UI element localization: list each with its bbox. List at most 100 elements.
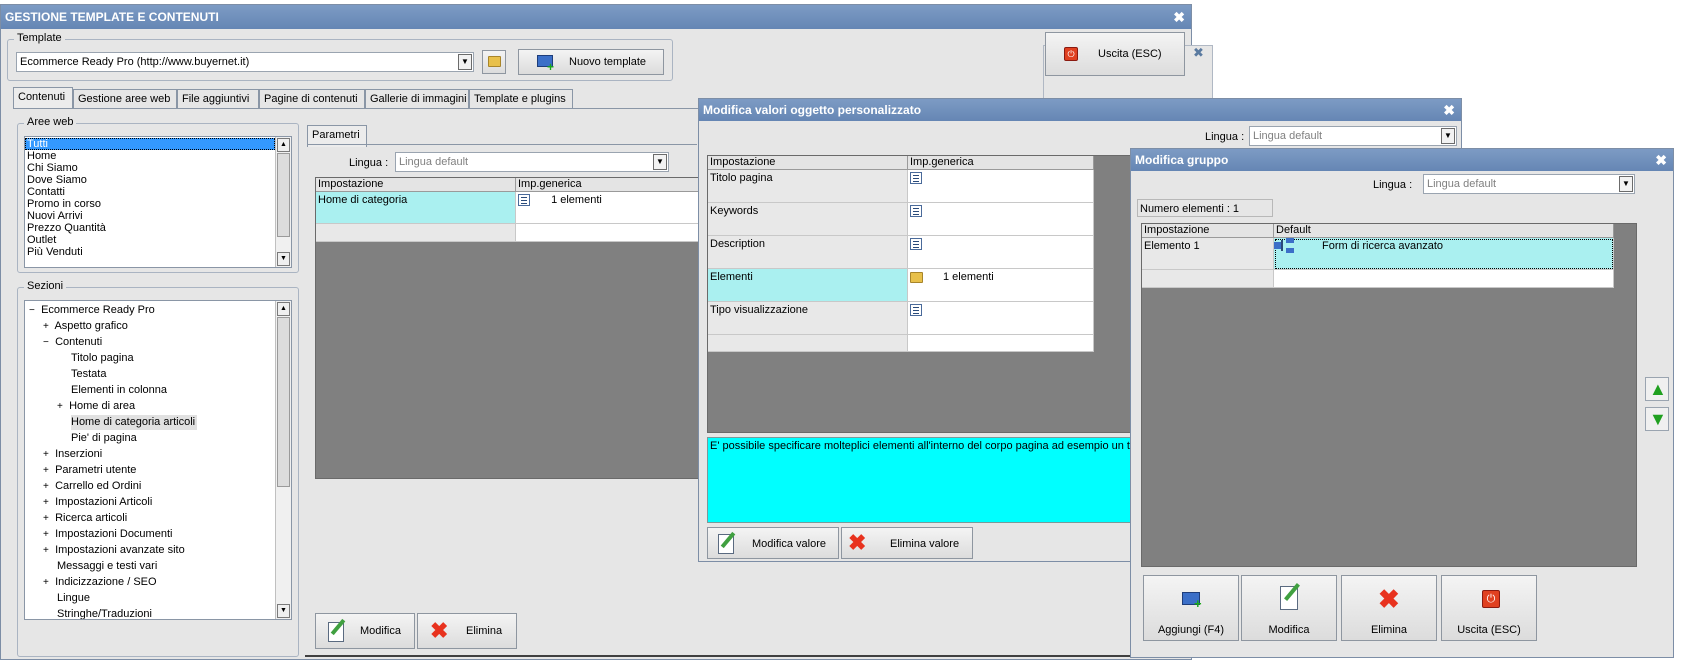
grid-header-impostazione[interactable]: Impostazione bbox=[708, 156, 908, 170]
tree-item[interactable]: − Contenuti bbox=[43, 335, 102, 350]
grid-header-imp-generica[interactable]: Imp.generica bbox=[908, 156, 1094, 170]
move-up-button[interactable]: ▲ bbox=[1645, 377, 1669, 401]
aree-web-scrollbar[interactable]: ▲ ▼ bbox=[275, 137, 291, 267]
lingua-select[interactable]: Lingua default ▼ bbox=[395, 152, 669, 172]
scroll-up-icon[interactable]: ▲ bbox=[277, 302, 290, 316]
list-item[interactable]: Più Venduti bbox=[25, 246, 291, 258]
tree-item[interactable]: + Home di area bbox=[57, 399, 135, 414]
chevron-down-icon[interactable]: ▼ bbox=[1619, 176, 1633, 192]
move-down-button[interactable]: ▼ bbox=[1645, 407, 1669, 431]
tree-item[interactable]: + Indicizzazione / SEO bbox=[43, 575, 157, 590]
close-icon[interactable]: ✖ bbox=[1655, 149, 1667, 171]
tree-item[interactable]: Messaggi e testi vari bbox=[57, 559, 157, 574]
tab-file-aggiuntivi[interactable]: File aggiuntivi bbox=[177, 89, 259, 109]
group-window-titlebar[interactable]: Modifica gruppo ✖ bbox=[1131, 149, 1673, 171]
edit-button[interactable]: Modifica bbox=[1241, 575, 1337, 641]
list-item[interactable]: Tutti bbox=[25, 138, 275, 150]
chevron-down-icon[interactable]: ▼ bbox=[653, 154, 667, 170]
tree-item[interactable]: Stringhe/Traduzioni bbox=[57, 607, 152, 619]
add-button[interactable]: + Aggiungi (F4) bbox=[1143, 575, 1239, 641]
chevron-down-icon[interactable]: ▼ bbox=[1441, 128, 1455, 144]
grid-row-name[interactable]: Home di categoria bbox=[316, 192, 516, 224]
grid-header-default[interactable]: Default bbox=[1274, 224, 1614, 238]
tree-item[interactable]: + Impostazioni Articoli bbox=[43, 495, 152, 510]
open-folder-button[interactable] bbox=[482, 50, 506, 74]
tree-item-selected[interactable]: Home di categoria articoli bbox=[71, 415, 198, 430]
sezioni-tree[interactable]: − Ecommerce Ready Pro + Aspetto grafico … bbox=[24, 300, 292, 620]
list-item[interactable]: Outlet bbox=[25, 234, 291, 246]
tree-item[interactable]: Lingue bbox=[57, 591, 90, 606]
new-template-button[interactable]: + Nuovo template bbox=[518, 49, 664, 75]
elimina-valore-button[interactable]: ✖ Elimina valore bbox=[841, 527, 973, 559]
grid-header-impostazione[interactable]: Impostazione bbox=[1142, 224, 1274, 238]
chevron-down-icon[interactable]: ▼ bbox=[458, 54, 472, 70]
scroll-up-icon[interactable]: ▲ bbox=[277, 138, 290, 152]
grid-row-name[interactable]: Description bbox=[708, 236, 908, 269]
tree-item[interactable]: Pie' di pagina bbox=[71, 431, 137, 446]
grid-row-value[interactable] bbox=[908, 170, 1094, 203]
tree-item[interactable]: − Ecommerce Ready Pro bbox=[29, 303, 155, 318]
grid-row-value[interactable]: Form di ricerca avanzato bbox=[1274, 238, 1614, 270]
sezioni-scrollbar[interactable]: ▲ ▼ bbox=[275, 301, 291, 619]
tree-item[interactable]: + Parametri utente bbox=[43, 463, 136, 478]
list-item[interactable]: Chi Siamo bbox=[25, 162, 291, 174]
grid-row-value[interactable]: 1 elementi bbox=[516, 192, 700, 224]
custom-window-titlebar[interactable]: Modifica valori oggetto personalizzato ✖ bbox=[699, 99, 1461, 121]
tree-item[interactable]: Titolo pagina bbox=[71, 351, 134, 366]
scroll-thumb[interactable] bbox=[277, 153, 290, 237]
tree-item[interactable]: + Impostazioni avanzate sito bbox=[43, 543, 185, 558]
scroll-thumb[interactable] bbox=[277, 317, 290, 487]
list-item[interactable]: Promo in corso bbox=[25, 198, 291, 210]
list-item[interactable]: Contatti bbox=[25, 186, 291, 198]
power-icon: ⏻ bbox=[1064, 47, 1078, 61]
tree-item[interactable]: + Carrello ed Ordini bbox=[43, 479, 141, 494]
modifica-button[interactable]: Modifica bbox=[315, 613, 415, 649]
list-item[interactable]: Nuovi Arrivi bbox=[25, 210, 291, 222]
grid-row-value[interactable] bbox=[908, 236, 1094, 269]
modifica-valore-button[interactable]: Modifica valore bbox=[707, 527, 839, 559]
tree-item[interactable]: + Inserzioni bbox=[43, 447, 102, 462]
grid-row-name[interactable]: Elemento 1 bbox=[1142, 238, 1274, 270]
tree-item[interactable]: + Ricerca articoli bbox=[43, 511, 127, 526]
tab-gestione-aree-web[interactable]: Gestione aree web bbox=[73, 89, 177, 109]
close-icon[interactable]: ✖ bbox=[1173, 5, 1185, 29]
list-item[interactable]: Dove Siamo bbox=[25, 174, 291, 186]
tab-template-e-plugins[interactable]: Template e plugins bbox=[469, 89, 573, 109]
list-item[interactable]: Home bbox=[25, 150, 291, 162]
list-icon[interactable] bbox=[910, 238, 922, 251]
tree-item[interactable]: Elementi in colonna bbox=[71, 383, 167, 398]
grid-header-imp-generica[interactable]: Imp.generica bbox=[516, 178, 700, 192]
main-window-titlebar[interactable]: GESTIONE TEMPLATE E CONTENUTI ✖ bbox=[1, 5, 1191, 29]
grid-header-impostazione[interactable]: Impostazione bbox=[316, 178, 516, 192]
template-select[interactable]: Ecommerce Ready Pro (http://www.buyernet… bbox=[16, 52, 474, 72]
delete-button[interactable]: ✖ Elimina bbox=[1341, 575, 1437, 641]
lingua-select[interactable]: Lingua default ▼ bbox=[1249, 126, 1457, 146]
tab-pagine-di-contenuti[interactable]: Pagine di contenuti bbox=[259, 89, 365, 109]
grid-row-value[interactable]: 1 elementi bbox=[908, 269, 1094, 302]
tree-item[interactable]: + Impostazioni Documenti bbox=[43, 527, 172, 542]
close-icon[interactable]: ✖ bbox=[1443, 99, 1455, 121]
list-icon[interactable] bbox=[910, 172, 922, 185]
tree-item[interactable]: Testata bbox=[71, 367, 106, 382]
exit-button[interactable]: ⏻ Uscita (ESC) bbox=[1045, 32, 1185, 76]
elimina-button[interactable]: ✖ Elimina bbox=[417, 613, 517, 649]
grid-row-name[interactable]: Titolo pagina bbox=[708, 170, 908, 203]
list-item[interactable]: Prezzo Quantità bbox=[25, 222, 291, 234]
grid-row-value[interactable] bbox=[908, 302, 1094, 335]
grid-row-name[interactable]: Elementi bbox=[708, 269, 908, 302]
list-icon[interactable] bbox=[910, 205, 922, 218]
tab-gallerie-di-immagini[interactable]: Gallerie di immagini bbox=[365, 89, 469, 109]
folder-icon[interactable] bbox=[910, 271, 923, 283]
grid-row-name[interactable]: Keywords bbox=[708, 203, 908, 236]
lingua-select[interactable]: Lingua default ▼ bbox=[1423, 174, 1635, 194]
tab-contenuti[interactable]: Contenuti bbox=[13, 87, 73, 109]
list-icon[interactable] bbox=[910, 304, 922, 317]
grid-row-name[interactable]: Tipo visualizzazione bbox=[708, 302, 908, 335]
list-icon[interactable] bbox=[518, 194, 530, 207]
grid-row-value[interactable] bbox=[908, 203, 1094, 236]
scroll-down-icon[interactable]: ▼ bbox=[277, 604, 290, 618]
scroll-down-icon[interactable]: ▼ bbox=[277, 252, 290, 266]
aree-web-list[interactable]: Tutti Home Chi Siamo Dove Siamo Contatti… bbox=[24, 136, 292, 268]
exit-button[interactable]: ⏻ Uscita (ESC) bbox=[1441, 575, 1537, 641]
tree-item[interactable]: + Aspetto grafico bbox=[43, 319, 128, 334]
